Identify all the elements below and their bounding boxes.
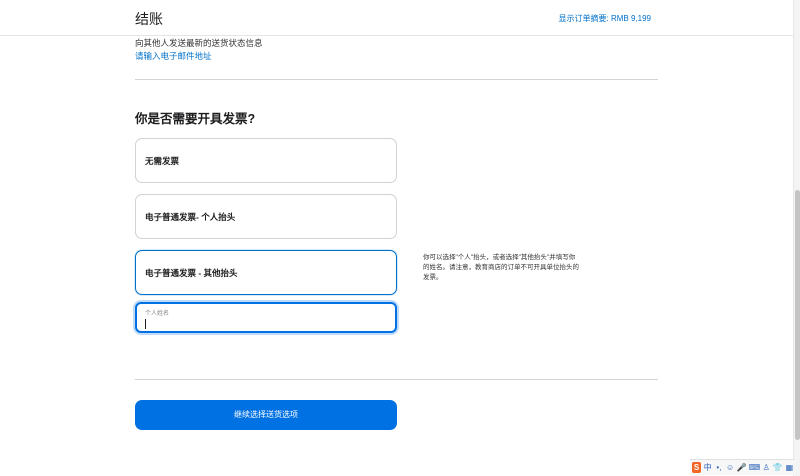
user-icon[interactable]: ♙ bbox=[762, 462, 771, 473]
skin-icon[interactable]: 👕 bbox=[773, 462, 783, 473]
order-summary-link[interactable]: 显示订单摘要: RMB 9,199 bbox=[559, 13, 651, 24]
page-title: 结账 bbox=[135, 9, 163, 29]
continue-shipping-button[interactable]: 继续选择送货选项 bbox=[135, 400, 397, 430]
section-divider bbox=[135, 379, 658, 380]
invoice-option-other[interactable]: 电子普通发票 - 其他抬头 bbox=[135, 250, 397, 295]
invoice-option-personal[interactable]: 电子普通发票- 个人抬头 bbox=[135, 194, 397, 239]
enter-email-link[interactable]: 请输入电子邮件地址 bbox=[135, 50, 212, 62]
scrollbar-thumb[interactable] bbox=[795, 190, 800, 440]
invoice-info-note: 你可以选择"个人"抬头，或者选择"其他抬头"并填写你的姓名。请注意，教育商店的订… bbox=[423, 253, 581, 283]
invoice-option-none[interactable]: 无需发票 bbox=[135, 138, 397, 183]
punctuation-icon[interactable]: •, bbox=[714, 462, 723, 473]
invoice-option-label: 无需发票 bbox=[145, 155, 179, 167]
personal-name-field[interactable]: 个人姓名 bbox=[135, 302, 397, 333]
share-status-description: 向其他人发送最新的送货状态信息 bbox=[135, 37, 263, 49]
invoice-question-heading: 你是否需要开具发票? bbox=[135, 108, 255, 127]
personal-name-input[interactable] bbox=[145, 317, 385, 330]
grid-icon[interactable]: ▦ bbox=[785, 462, 794, 473]
ime-toolbar: S 中 •, ☺ 🎤 ⌨ ♙ 👕 ▦ bbox=[690, 459, 794, 475]
vertical-scrollbar[interactable] bbox=[793, 0, 800, 476]
personal-name-label: 个人姓名 bbox=[145, 308, 169, 317]
invoice-option-label: 电子普通发票 - 其他抬头 bbox=[145, 267, 238, 279]
checkout-header: 结账 显示订单摘要: RMB 9,199 bbox=[0, 0, 793, 36]
emoji-icon[interactable]: ☺ bbox=[726, 462, 735, 473]
chinese-mode-icon[interactable]: 中 bbox=[703, 462, 712, 473]
section-divider bbox=[135, 79, 658, 80]
invoice-option-label: 电子普通发票- 个人抬头 bbox=[145, 211, 235, 223]
microphone-icon[interactable]: 🎤 bbox=[737, 462, 747, 473]
sogou-logo-icon[interactable]: S bbox=[692, 462, 701, 473]
keyboard-icon[interactable]: ⌨ bbox=[749, 462, 760, 473]
